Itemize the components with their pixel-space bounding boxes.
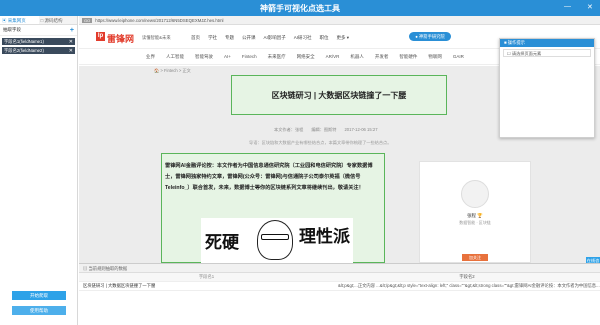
table-cell: &lt;p&gt;...正文内容 ...&lt;/p&gt;&lt;p styl… xyxy=(338,283,600,288)
avatar xyxy=(461,180,489,208)
table-cell: 区块链研习 | 大数据区块链撞了一下腰 xyxy=(83,283,156,288)
article-body[interactable]: 雷锋网AI金融评论按：本文作者为中国信息通信研究院（工业园和电信研究院）专家数据… xyxy=(165,161,381,194)
subnav-item[interactable]: Fintech xyxy=(242,54,257,59)
article-meta: 本文作者：张程 编辑：图斯特 2017-12-06 15:27 xyxy=(274,127,378,133)
subnav-item[interactable]: 机器人 xyxy=(350,54,364,60)
table-header-row: 字段名1 字段名2 xyxy=(79,273,600,282)
field-item-label: 字段名2(fieldName2) xyxy=(4,47,44,53)
subnav-item[interactable]: AI+ xyxy=(224,54,231,59)
meta-author: 本文作者：张程 xyxy=(274,127,304,132)
tab-page[interactable]: ▣ 采集网页 xyxy=(0,16,39,24)
browser-area: GO https://www.leiphone.com/news/201712/… xyxy=(79,16,600,325)
operations-panel: ■ 操作提示 ☐ 请选择页面元素 xyxy=(499,38,595,138)
tab-source[interactable]: □ 源码结构 xyxy=(39,16,78,24)
operations-panel-item[interactable]: ☐ 请选择页面元素 xyxy=(503,49,591,57)
minimize-button[interactable]: — xyxy=(564,3,571,10)
remove-field-icon[interactable]: ✕ xyxy=(69,39,73,45)
logo-mark: lp xyxy=(96,32,105,41)
subnav-item[interactable]: AR/VR xyxy=(326,54,340,59)
menu-item[interactable]: 学社 xyxy=(208,35,217,41)
subnav-item[interactable]: 智能驾驶 xyxy=(195,54,213,60)
fields-header-label: 抽取字段 xyxy=(3,27,21,32)
start-crawl-button[interactable]: 开始爬取 xyxy=(12,291,66,300)
webpage-view[interactable]: lp 雷锋网 读懂智能&未来 首页 学社 专题 公开课 AI影响因子 AI研习社 … xyxy=(79,25,600,263)
subnav-item[interactable]: 业界 xyxy=(146,54,155,60)
article-intro: 导语：区块链和大数据产业有哪些结合点，本篇文章带你梳理了一些结合点。 xyxy=(249,140,392,145)
field-item-label: 字段名1(fieldName1) xyxy=(4,38,44,44)
meta-editor: 编辑：图斯特 xyxy=(311,127,337,132)
menu-item[interactable]: 专题 xyxy=(225,35,234,41)
subnav-item[interactable]: 网络安全 xyxy=(297,54,315,60)
subnav-item[interactable]: GAIR xyxy=(453,54,464,59)
close-button[interactable]: ✕ xyxy=(587,3,593,11)
data-table-title: ▤ 当前规则抽取的数据 xyxy=(79,264,600,273)
subnav-item[interactable]: 未来医疗 xyxy=(268,54,286,60)
go-button[interactable]: GO xyxy=(82,17,93,23)
site-slogan: 读懂智能&未来 xyxy=(142,35,171,40)
address-bar: GO https://www.leiphone.com/news/201712/… xyxy=(79,16,600,25)
menu-item[interactable]: AI影响因子 xyxy=(264,35,286,41)
remove-field-icon[interactable]: ✕ xyxy=(69,48,73,54)
article-image: 死硬 理性派 xyxy=(201,218,353,263)
site-logo[interactable]: lp 雷锋网 xyxy=(96,32,134,45)
column-header: 字段名2 xyxy=(459,274,475,279)
app-title: 神箭手可视化点选工具 xyxy=(260,4,340,13)
cta-button[interactable]: ● 神箭手研究院 xyxy=(409,32,451,41)
portrait-face xyxy=(257,220,293,260)
field-item[interactable]: 字段名1(fieldName1) ✕ xyxy=(2,38,75,45)
url-input[interactable]: https://www.leiphone.com/news/201712/6N5… xyxy=(95,18,223,23)
author-subtitle: 数据智能 · 区块链 xyxy=(459,220,491,225)
left-tabs: ▣ 采集网页 □ 源码结构 xyxy=(0,16,77,25)
table-row[interactable]: 区块链研习 | 大数据区块链撞了一下腰 &lt;p&gt;...正文内容 ...… xyxy=(79,282,600,291)
menu-item[interactable]: 更多 ▾ xyxy=(337,35,350,41)
subnav-item[interactable]: 开发者 xyxy=(375,54,389,60)
logo-text: 雷锋网 xyxy=(107,34,135,44)
article-title[interactable]: 区块链研习 | 大数据区块链撞了一下腰 xyxy=(231,90,447,101)
title-bar: 神箭手可视化点选工具 — ✕ xyxy=(0,0,600,16)
column-header: 字段名1 xyxy=(198,274,215,279)
follow-button[interactable]: 加关注 xyxy=(462,254,488,261)
subnav-item[interactable]: 人工智能 xyxy=(166,54,184,60)
subnav-item[interactable]: 物联网 xyxy=(428,54,442,60)
breadcrumb: 🏠 > Fintech > 正文 xyxy=(154,68,191,73)
meta-date: 2017-12-06 15:27 xyxy=(344,127,378,132)
menu-item[interactable]: AI研习社 xyxy=(294,35,312,41)
extracted-data-table: ▤ 当前规则抽取的数据 字段名1 字段名2 区块链研习 | 大数据区块链撞了一下… xyxy=(79,263,600,325)
author-card: 张程 🏆 数据智能 · 区块链 加关注 xyxy=(419,161,531,263)
subnav-item[interactable]: 智能硬件 xyxy=(399,54,417,60)
menu-item[interactable]: 首页 xyxy=(191,35,200,41)
left-panel: ▣ 采集网页 □ 源码结构 抽取字段 + 字段名1(fieldName1) ✕ … xyxy=(0,16,78,325)
menu-item[interactable]: 公开课 xyxy=(242,35,256,41)
operations-panel-title: ■ 操作提示 xyxy=(500,39,594,47)
portrait-glasses xyxy=(261,234,289,240)
art-word-left: 死硬 xyxy=(205,233,239,252)
site-menu: 首页 学社 专题 公开课 AI影响因子 AI研习社 职位 更多 ▾ xyxy=(191,35,349,41)
help-button[interactable]: 使用帮助 xyxy=(12,306,66,315)
fields-header: 抽取字段 + xyxy=(0,25,77,36)
menu-item[interactable]: 职位 xyxy=(320,35,329,41)
author-name: 张程 🏆 xyxy=(467,213,483,218)
add-field-icon[interactable]: + xyxy=(70,27,74,34)
art-word-right: 理性派 xyxy=(299,227,350,246)
field-item[interactable]: 字段名2(fieldName2) ✕ xyxy=(2,47,75,54)
